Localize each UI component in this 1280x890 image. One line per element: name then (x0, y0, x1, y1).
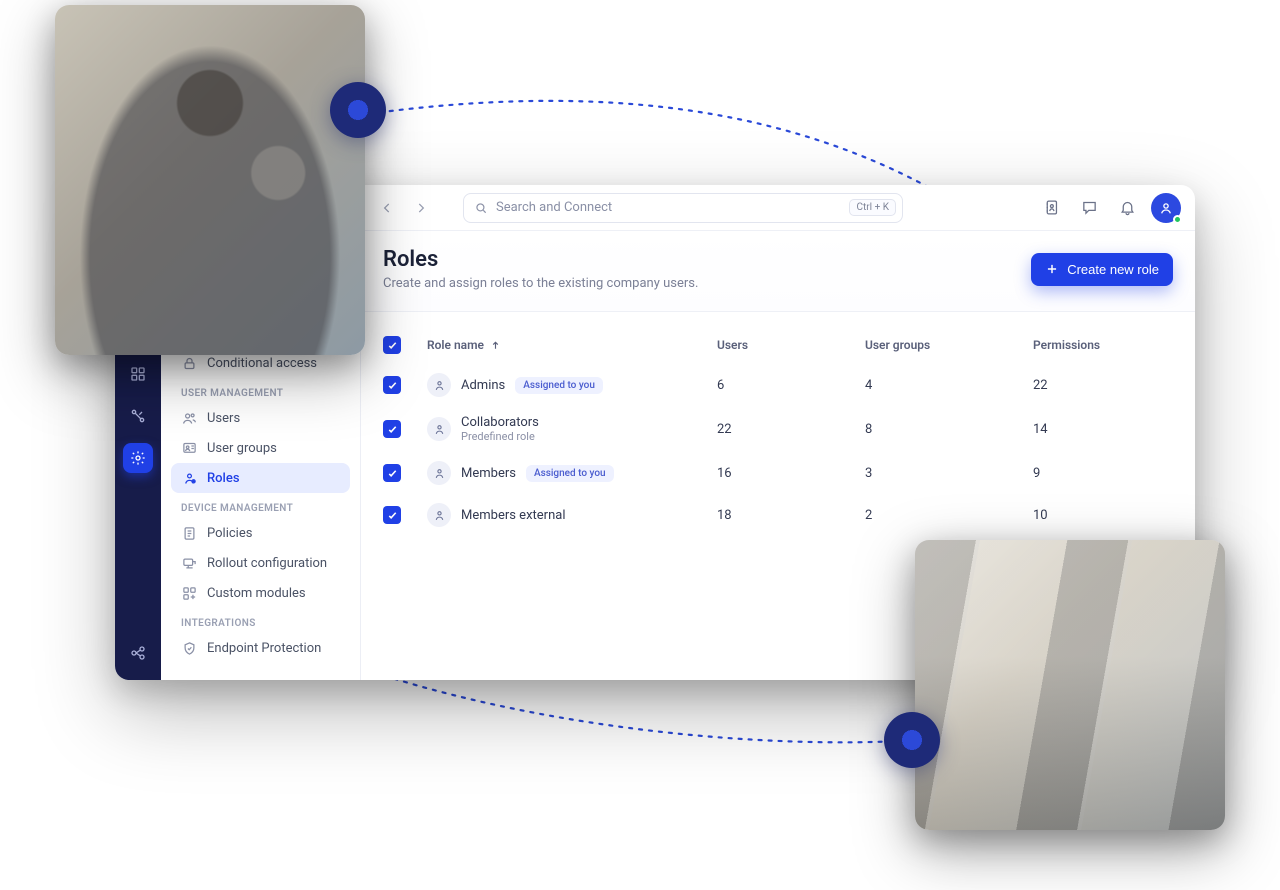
cell-groups: 8 (865, 422, 1025, 437)
sidebar-item-label: User groups (207, 441, 277, 456)
sidebar-item-users[interactable]: Users (171, 403, 350, 433)
roles-table: Role name Users User groups Permissions … (361, 312, 1195, 550)
assigned-badge: Assigned to you (526, 465, 614, 482)
sidebar-item-user-groups[interactable]: User groups (171, 433, 350, 463)
avatar[interactable] (1151, 193, 1181, 223)
sidebar-item-label: Custom modules (207, 586, 306, 601)
cell-users: 22 (717, 422, 857, 437)
search-placeholder: Search and Connect (496, 200, 612, 215)
table-row[interactable]: Members Assigned to you 16 39 (383, 452, 1173, 494)
table-row[interactable]: CollaboratorsPredefined role 22 8 14 (383, 406, 1173, 452)
sidebar-item-roles[interactable]: Roles (171, 463, 350, 493)
sort-asc-icon (490, 340, 501, 351)
roles-icon (181, 470, 197, 486)
row-checkbox[interactable] (383, 420, 401, 438)
col-user-groups[interactable]: User groups (865, 338, 1025, 352)
notifications-button[interactable] (1113, 194, 1141, 222)
cell-users: 16 (717, 466, 857, 481)
user-groups-icon (181, 440, 197, 456)
sidebar-item-endpoint-protection[interactable]: Endpoint Protection (171, 633, 350, 663)
sidebar-item-label: Roles (207, 471, 240, 486)
select-all-checkbox[interactable] (383, 336, 401, 354)
role-subtitle: Predefined role (461, 430, 539, 443)
lock-icon (181, 355, 197, 371)
row-checkbox[interactable] (383, 376, 401, 394)
rail-item-integrations[interactable] (123, 638, 153, 668)
role-cell: Admins Assigned to you (427, 373, 709, 397)
rail-item-connections[interactable] (123, 401, 153, 431)
decorative-photo-person (55, 5, 365, 355)
modules-icon (181, 585, 197, 601)
search-shortcut: Ctrl + K (849, 199, 896, 216)
row-checkbox[interactable] (383, 464, 401, 482)
col-role-name[interactable]: Role name (427, 338, 709, 352)
col-permissions[interactable]: Permissions (1033, 338, 1173, 352)
page-title: Roles (383, 247, 698, 272)
cell-groups: 2 (865, 508, 1025, 523)
cell-users: 18 (717, 508, 857, 523)
role-avatar-icon (427, 417, 451, 441)
rail-item-dashboard[interactable] (123, 359, 153, 389)
page-subtitle: Create and assign roles to the existing … (383, 276, 698, 291)
topbar: Search and Connect Ctrl + K (361, 185, 1195, 231)
sidebar-item-label: Users (207, 411, 240, 426)
plus-icon (1045, 262, 1059, 276)
role-name-label: Admins (461, 378, 505, 393)
status-indicator (1173, 215, 1182, 224)
sidebar-item-policies[interactable]: Policies (171, 518, 350, 548)
cell-groups: 4 (865, 378, 1025, 393)
policies-icon (181, 525, 197, 541)
table-row[interactable]: Admins Assigned to you 64 22 (383, 364, 1173, 406)
search-input[interactable]: Search and Connect Ctrl + K (463, 193, 903, 223)
role-name-label: Members (461, 466, 516, 481)
role-avatar-icon (427, 503, 451, 527)
cell-groups: 3 (865, 466, 1025, 481)
role-cell: Members Assigned to you (427, 461, 709, 485)
page-header: Roles Create and assign roles to the exi… (361, 231, 1195, 312)
nav-back-button[interactable] (375, 196, 399, 220)
role-avatar-icon (427, 373, 451, 397)
connector-node-icon (884, 712, 940, 768)
role-name-label: Members external (461, 508, 565, 523)
table-row[interactable]: Members external 18 2 10 (383, 494, 1173, 536)
role-cell: CollaboratorsPredefined role (427, 415, 709, 443)
assigned-badge: Assigned to you (515, 377, 603, 394)
cell-permissions: 14 (1033, 422, 1173, 437)
contacts-button[interactable] (1037, 194, 1065, 222)
cell-permissions: 9 (1033, 466, 1173, 481)
sidebar-item-label: Conditional access (207, 356, 317, 371)
chat-button[interactable] (1075, 194, 1103, 222)
sidebar-item-label: Endpoint Protection (207, 641, 321, 656)
sidebar-item-custom-modules[interactable]: Custom modules (171, 578, 350, 608)
col-users[interactable]: Users (717, 338, 857, 352)
rollout-icon (181, 555, 197, 571)
sidebar-item-label: Policies (207, 526, 252, 541)
rail-item-settings[interactable] (123, 443, 153, 473)
create-role-label: Create new role (1067, 262, 1159, 277)
sidebar-section-integrations: INTEGRATIONS (171, 608, 350, 633)
shield-icon (181, 640, 197, 656)
cell-users: 6 (717, 378, 857, 393)
cell-permissions: 10 (1033, 508, 1173, 523)
role-avatar-icon (427, 461, 451, 485)
role-cell: Members external (427, 503, 709, 527)
sidebar-item-rollout[interactable]: Rollout configuration (171, 548, 350, 578)
cell-permissions: 22 (1033, 378, 1173, 393)
decorative-photo-office (915, 540, 1225, 830)
sidebar-section-device-management: DEVICE MANAGEMENT (171, 493, 350, 518)
sidebar-item-label: Rollout configuration (207, 556, 327, 571)
role-name-label: Collaborators (461, 415, 539, 430)
create-role-button[interactable]: Create new role (1031, 253, 1173, 286)
sidebar-section-user-management: USER MANAGEMENT (171, 378, 350, 403)
row-checkbox[interactable] (383, 506, 401, 524)
connector-node-icon (330, 82, 386, 138)
nav-forward-button[interactable] (409, 196, 433, 220)
users-icon (181, 410, 197, 426)
search-icon (474, 201, 488, 215)
